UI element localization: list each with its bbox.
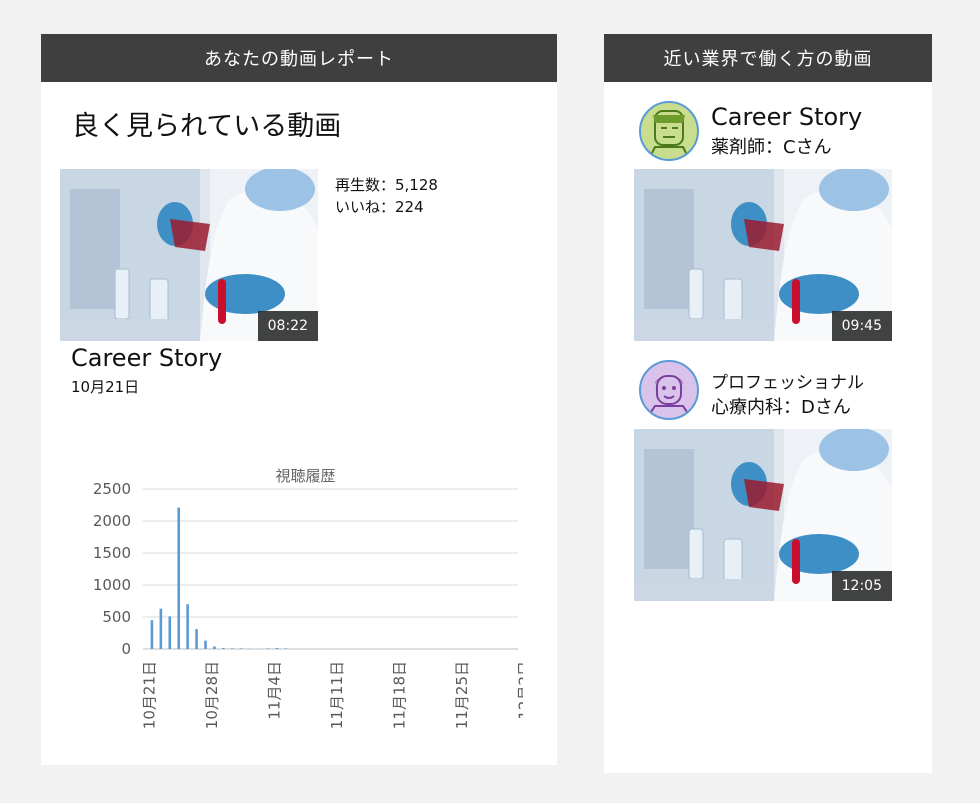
related-thumbnail[interactable]: 12:05 [634,429,892,601]
x-tick-label: 11月18日 [390,661,408,729]
video-stats: 再生数：5,128 いいね：224 [335,174,438,218]
chart-bar [159,608,163,649]
chart-bar [150,620,154,649]
related-title: Career Story [711,103,863,131]
related-subtitle: 心療内科：Dさん [711,397,851,418]
person-icon [639,101,699,161]
y-tick-label: 1000 [93,576,131,594]
x-tick-label: 11月4日 [265,661,283,720]
chart-bar [222,648,225,649]
x-tick-label: 11月11日 [328,661,346,729]
chart-bar [213,646,216,649]
y-tick-label: 500 [102,608,131,626]
chart-bar [186,604,189,649]
related-header: 近い業界で働く方の動画 [604,34,932,82]
related-thumbnail[interactable]: 09:45 [634,169,892,341]
related-title: プロフェッショナル [711,373,864,393]
x-tick-label: 11月25日 [453,661,471,729]
chart-bar [275,648,279,649]
video-thumbnail[interactable]: 08:22 [60,169,318,341]
video-title[interactable]: Career Story [71,344,222,372]
section-title: 良く見られている動画 [72,111,342,142]
report-panel: あなたの動画レポート 良く見られている動画 08:22 再生数：5,128 いい… [41,34,557,765]
report-header: あなたの動画レポート [41,34,557,82]
x-tick-label: 10月21日 [140,661,158,729]
chart-bar [168,616,172,649]
chart-bar [195,629,198,649]
y-tick-label: 2000 [93,512,131,530]
y-tick-label: 1500 [93,544,131,562]
y-tick-label: 0 [121,640,131,658]
video-duration: 12:05 [831,571,892,601]
video-date: 10月21日 [71,378,140,396]
view-count: 再生数：5,128 [335,176,438,194]
chart-bar [266,648,270,649]
y-tick-label: 2500 [93,480,131,498]
view-history-chart: 視聴履歴 0 500 1000 1500 2000 2500 10月21日 10月28日 11月4… [93,467,523,729]
video-duration: 08:22 [257,311,318,341]
chart-bar [239,648,243,649]
chart-bar [204,640,207,649]
person-icon [639,360,699,420]
x-tick-label: 10月28日 [203,661,221,729]
like-count: いいね：224 [335,198,424,216]
chart-bar [284,648,288,649]
chart-title: 視聴履歴 [275,467,335,485]
chart-bar [230,648,234,649]
related-subtitle: 薬剤師：Cさん [711,137,832,158]
x-tick-label: 12月2日 [515,661,523,720]
video-duration: 09:45 [831,311,892,341]
chart-bar [177,507,181,649]
related-panel: 近い業界で働く方の動画 Career Story 薬剤師：Cさん 09:45 プ… [604,34,932,773]
